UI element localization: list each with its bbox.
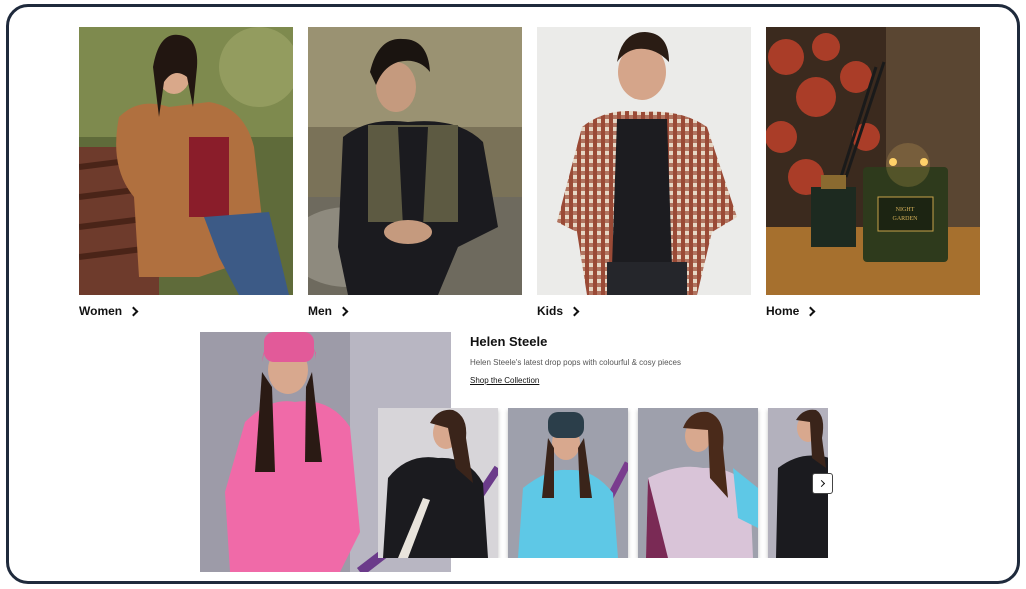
chevron-right-icon (805, 306, 816, 316)
feature-subtitle: Helen Steele's latest drop pops with col… (470, 358, 681, 367)
carousel-next-button[interactable] (812, 473, 833, 494)
category-women-image[interactable] (79, 27, 293, 295)
candle-label-2: GARDEN (893, 216, 919, 222)
category-kids-label: Kids (537, 304, 564, 318)
chevron-right-icon (569, 306, 580, 316)
category-men-link[interactable]: Men (308, 304, 522, 318)
category-home-label: Home (766, 304, 800, 318)
category-men-label: Men (308, 304, 332, 318)
category-kids-link[interactable]: Kids (537, 304, 751, 318)
product-card-3[interactable] (638, 408, 758, 558)
chevron-right-icon (817, 479, 826, 488)
candle-label: NIGHT (896, 207, 915, 213)
product-card-2[interactable] (508, 408, 628, 558)
category-men-image[interactable] (308, 27, 522, 295)
category-home[interactable]: NIGHT GARDEN Home (766, 27, 980, 318)
chevron-right-icon (338, 306, 349, 316)
chevron-right-icon (128, 306, 139, 316)
category-women-link[interactable]: Women (79, 304, 293, 318)
category-kids[interactable]: Kids (537, 27, 751, 318)
shop-collection-link[interactable]: Shop the Collection (470, 376, 539, 385)
feature-title: Helen Steele (470, 334, 548, 349)
category-women[interactable]: Women (79, 27, 293, 318)
category-women-label: Women (79, 304, 123, 318)
category-kids-image[interactable] (537, 27, 751, 295)
product-card-1[interactable] (378, 408, 498, 558)
category-home-image[interactable]: NIGHT GARDEN (766, 27, 980, 295)
category-home-link[interactable]: Home (766, 304, 980, 318)
page-frame: Women Men Kids NIGHT GARDEN Home Helen S… (6, 4, 1020, 584)
category-men[interactable]: Men (308, 27, 522, 318)
product-carousel[interactable] (378, 408, 828, 558)
